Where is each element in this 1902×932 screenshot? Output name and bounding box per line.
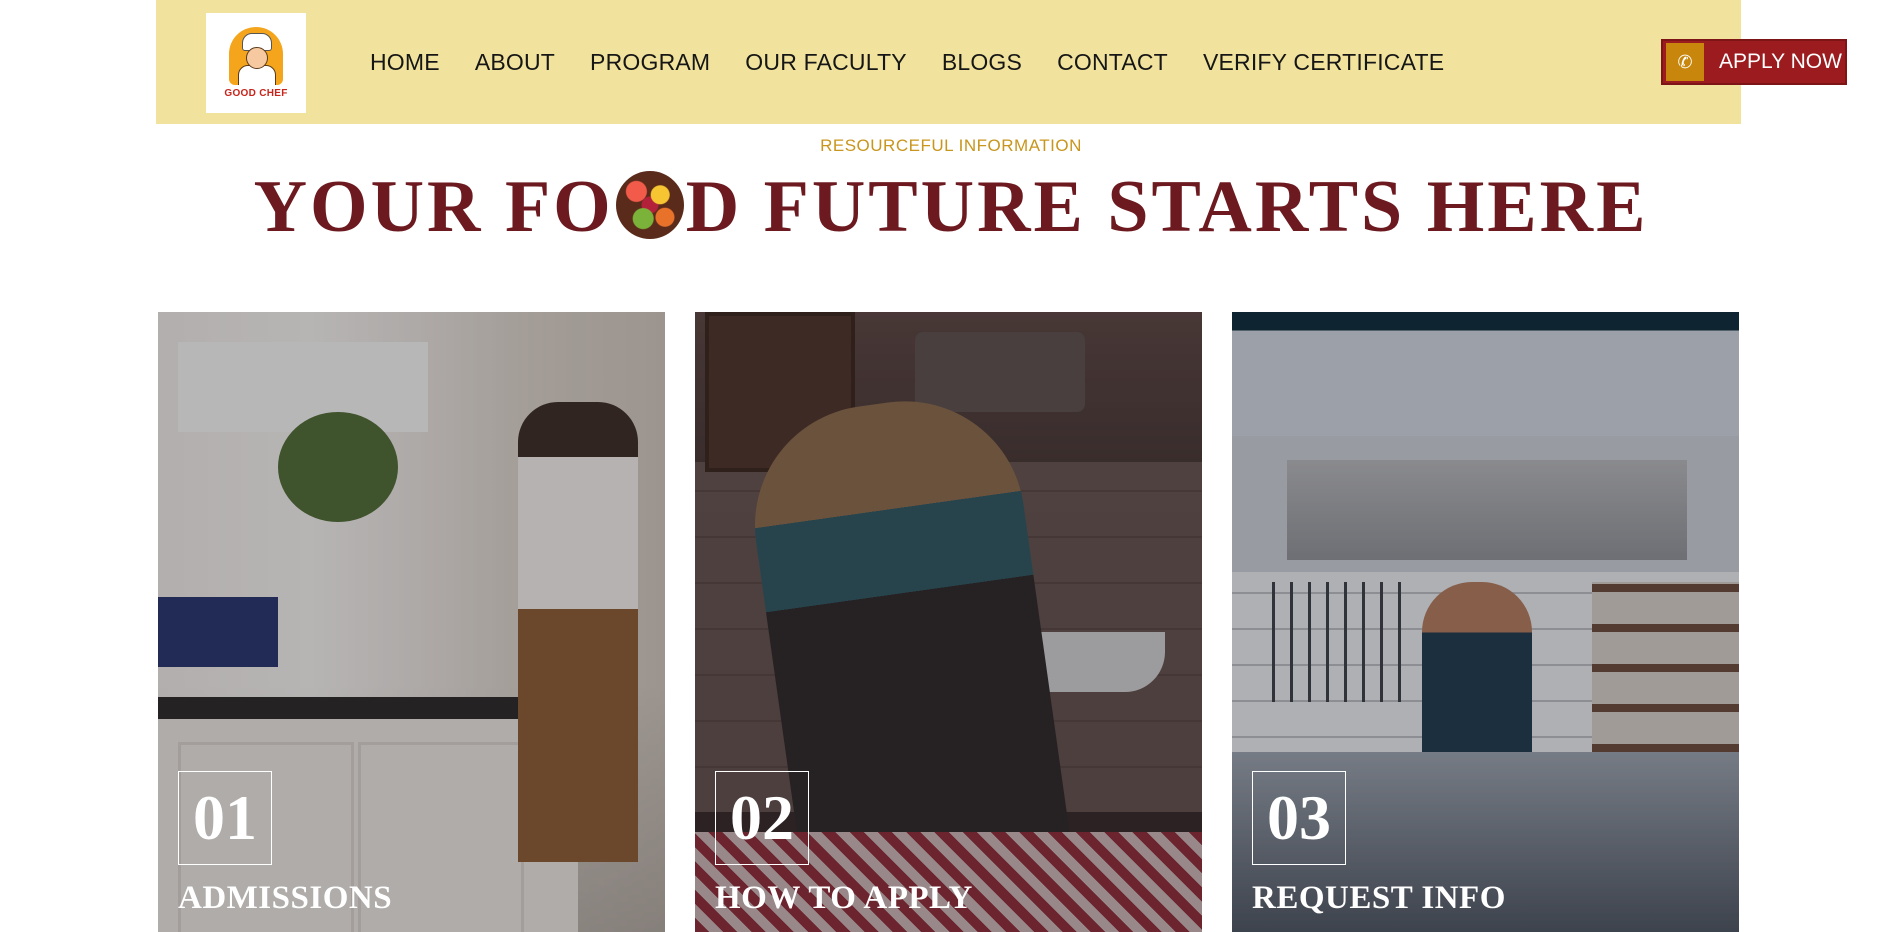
nav-blogs[interactable]: BLOGS	[942, 49, 1022, 76]
nav-our-faculty[interactable]: OUR FACULTY	[745, 49, 907, 76]
main-nav: HOME ABOUT PROGRAM OUR FACULTY BLOGS CON…	[370, 0, 1479, 124]
section-eyebrow: RESOURCEFUL INFORMATION	[820, 136, 1082, 155]
card-title: ADMISSIONS	[178, 880, 393, 916]
apply-now-label: APPLY NOW	[1719, 50, 1842, 73]
site-header: GOOD CHEF HOME ABOUT PROGRAM OUR FACULTY…	[156, 0, 1847, 124]
card-number: 01	[178, 771, 272, 865]
phone-icon: ✆	[1666, 43, 1704, 81]
nav-about[interactable]: ABOUT	[475, 49, 555, 76]
card-how-to-apply[interactable]: 02 HOW TO APPLY	[695, 312, 1202, 932]
nav-program[interactable]: PROGRAM	[590, 49, 710, 76]
site-logo[interactable]: GOOD CHEF	[206, 13, 306, 113]
card-request-info[interactable]: 03 REQUEST INFO	[1232, 312, 1739, 932]
nav-verify-certificate[interactable]: VERIFY CERTIFICATE	[1203, 49, 1444, 76]
chef-logo-icon	[229, 27, 283, 85]
card-number: 02	[715, 771, 809, 865]
card-admissions[interactable]: 01 ADMISSIONS	[158, 312, 665, 932]
page-headline: YOUR FO D FUTURE STARTS HERE	[0, 162, 1902, 252]
headline-part-1: YOUR FO	[253, 166, 614, 248]
nav-contact[interactable]: CONTACT	[1057, 49, 1168, 76]
logo-text: GOOD CHEF	[224, 88, 288, 99]
nav-home[interactable]: HOME	[370, 49, 440, 76]
fruit-bowl-icon	[615, 171, 684, 239]
card-title: HOW TO APPLY	[715, 880, 973, 916]
card-number: 03	[1252, 771, 1346, 865]
card-title: REQUEST INFO	[1252, 880, 1506, 916]
headline-part-2: D FUTURE STARTS HERE	[685, 166, 1649, 248]
apply-now-button[interactable]: ✆ APPLY NOW	[1661, 39, 1847, 85]
